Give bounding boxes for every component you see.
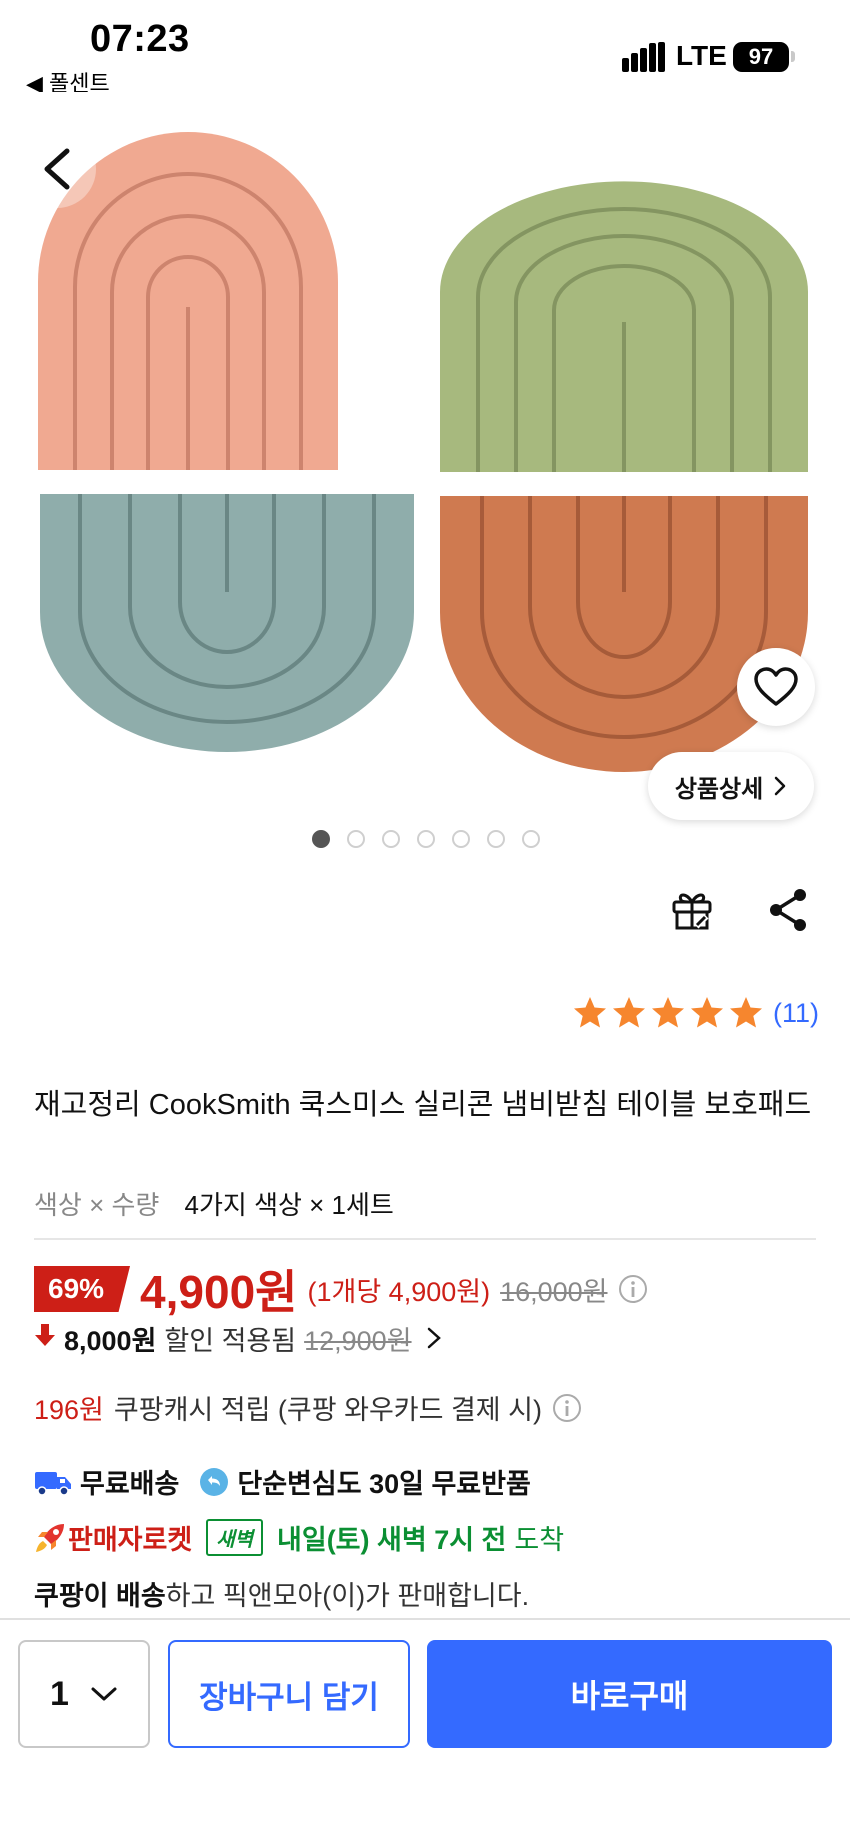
gift-icon[interactable] [668, 886, 716, 934]
info-icon[interactable] [552, 1393, 582, 1423]
buy-now-button[interactable]: 바로구매 [427, 1640, 832, 1748]
divider [34, 1238, 816, 1240]
orange-trivet [440, 496, 808, 772]
share-icon[interactable] [766, 886, 812, 934]
review-count[interactable]: (11) [773, 998, 819, 1029]
cash-text: 쿠팡캐시 적립 (쿠팡 와우카드 결제 시) [113, 1395, 542, 1425]
coupon-original-price: 12,900원 [304, 1325, 412, 1356]
gallery-dot[interactable] [452, 830, 470, 848]
option-row[interactable]: 색상 × 수량 4가지 색상 × 1세트 [34, 1185, 394, 1222]
rocket-icon [36, 1523, 64, 1552]
battery-tip [791, 51, 795, 62]
gallery-dot[interactable] [487, 830, 505, 848]
cash-reward-row: 196원 쿠팡캐시 적립 (쿠팡 와우카드 결제 시) [34, 1388, 582, 1427]
chevron-down-icon [91, 1687, 117, 1701]
free-shipping: 무료배송 [80, 1469, 180, 1499]
cash-amount: 196원 [34, 1395, 104, 1425]
option-value: 4가지 색상 × 1세트 [184, 1190, 394, 1220]
seller-text: 하고 픽앤모아(이)가 판매합니다. [165, 1581, 530, 1611]
coupon-text: 할인 적용됨 [164, 1325, 297, 1356]
discount-badge: 69% [34, 1266, 131, 1312]
shipping-row: 무료배송 단순변심도 30일 무료반품 [34, 1462, 531, 1501]
sale-price: 4,900원 [140, 1266, 298, 1318]
price-row: 69% 4,900원 (1개당 4,900원) 16,000원 [34, 1262, 648, 1318]
product-detail-label: 상품상세 [674, 775, 764, 803]
green-trivet [440, 181, 808, 472]
star-icon [574, 997, 606, 1028]
gallery-dot[interactable] [522, 830, 540, 848]
rocket-delivery-row: 판매자로켓 새벽 내일(토) 새벽 7시 전 도착 [34, 1518, 564, 1557]
product-image-gallery[interactable] [0, 92, 850, 862]
coupon-row[interactable]: 8,000원 할인 적용됨 12,900원 [34, 1318, 444, 1358]
down-arrow-icon [34, 1323, 56, 1354]
status-time: 07:23 [90, 18, 190, 60]
gallery-dot[interactable] [312, 830, 330, 848]
info-icon[interactable] [618, 1274, 648, 1304]
signal-icon [622, 42, 665, 72]
status-bar: 07:23 ◀ 폴센트 LTE 97 [0, 0, 850, 100]
delivery-by: 쿠팡이 배송 [34, 1581, 166, 1611]
chevron-right-icon [427, 1327, 441, 1349]
product-title: 재고정리 CookSmith 쿡스미스 실리콘 냄비받침 테이블 보호패드 [34, 1089, 812, 1121]
free-return: 단순변심도 30일 무료반품 [237, 1469, 531, 1499]
gallery-dot[interactable] [382, 830, 400, 848]
dawn-badge: 새벽 [206, 1519, 264, 1556]
blue-trivet [40, 494, 414, 752]
back-button[interactable] [18, 130, 96, 208]
arrival-suffix: 도착 [514, 1525, 565, 1555]
product-photo [38, 132, 808, 772]
chevron-right-icon [774, 776, 786, 796]
truck-icon [35, 1471, 71, 1496]
network-type: LTE [676, 40, 727, 71]
gallery-pagination [312, 830, 540, 848]
star-icon [730, 997, 762, 1028]
heart-icon [754, 667, 798, 706]
rocket-label: 판매자로켓 [68, 1525, 193, 1555]
quantity-select[interactable]: 1 [18, 1640, 150, 1748]
arrival-date: 내일(토) 새벽 7시 전 [277, 1525, 507, 1555]
coupon-amount: 8,000원 [64, 1325, 157, 1356]
seller-row: 쿠팡이 배송하고 픽앤모아(이)가 판매합니다. [34, 1574, 529, 1613]
add-to-cart-button[interactable]: 장바구니 담기 [168, 1640, 410, 1748]
bottom-action-bar: 1 장바구니 담기 바로구매 [0, 1618, 850, 1839]
product-detail-button[interactable]: 상품상세 [648, 752, 814, 820]
star-icon [691, 997, 723, 1028]
original-price: 16,000원 [500, 1276, 608, 1307]
gallery-dot[interactable] [347, 830, 365, 848]
return-icon [200, 1467, 229, 1496]
battery-indicator: 97 [733, 42, 789, 72]
unit-price: (1개당 4,900원) [307, 1276, 491, 1307]
rating[interactable]: (11) [572, 995, 819, 1031]
star-icon [613, 997, 645, 1028]
chevron-left-icon [44, 148, 70, 190]
star-icon [652, 997, 684, 1028]
quantity-value: 1 [50, 1674, 69, 1713]
gallery-dot[interactable] [417, 830, 435, 848]
option-label: 색상 × 수량 [34, 1190, 160, 1220]
wishlist-button[interactable] [737, 648, 815, 726]
